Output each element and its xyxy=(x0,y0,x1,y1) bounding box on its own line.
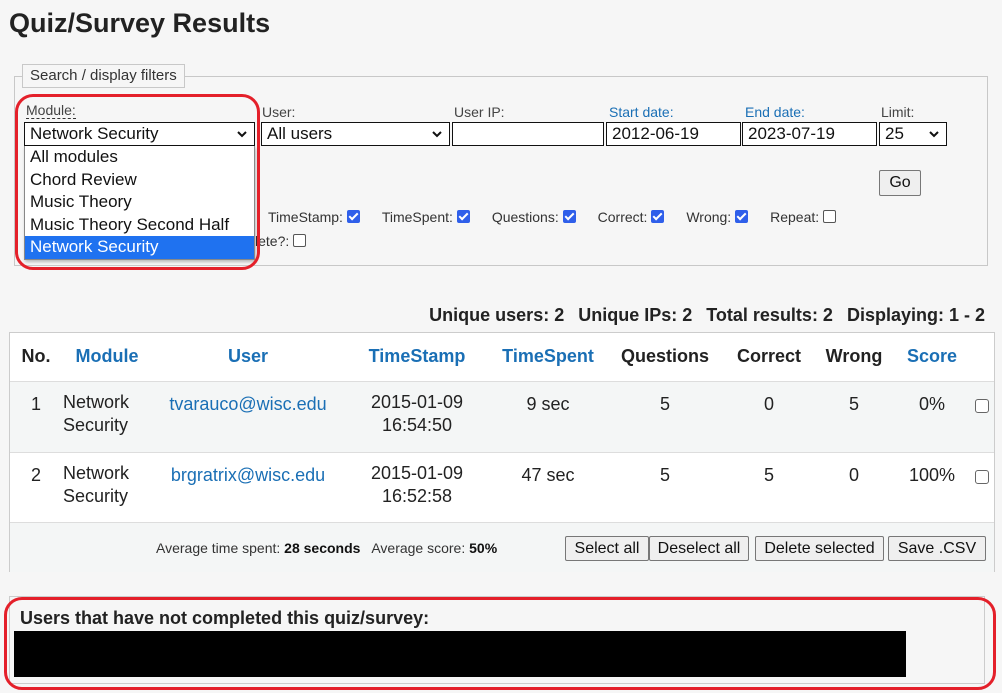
toggle-timestamp[interactable]: TimeStamp: xyxy=(268,209,360,225)
table-row: 2 Network Security brgratrix@wisc.edu 201… xyxy=(10,452,994,523)
start-date-label[interactable]: Start date: xyxy=(609,104,674,120)
module-option-music-theory[interactable]: Music Theory xyxy=(25,191,254,214)
user-select[interactable]: All users xyxy=(261,122,450,146)
cell-select xyxy=(970,452,994,523)
cell-timestamp: 2015-01-09 16:54:50 xyxy=(370,391,464,435)
toggle-delete-partial[interactable]: lete?: xyxy=(255,233,307,249)
avg-time-value: 28 seconds xyxy=(284,540,361,556)
cell-no: 1 xyxy=(30,393,41,414)
cell-no: 2 xyxy=(30,464,41,485)
delete-selected-button[interactable]: Delete selected xyxy=(755,536,884,561)
chevron-down-icon xyxy=(431,124,443,144)
checkbox-unchecked-icon[interactable] xyxy=(293,234,307,247)
go-button[interactable]: Go xyxy=(879,170,921,196)
cell-timestamp: 2015-01-09 16:52:58 xyxy=(370,462,464,506)
start-date-input[interactable]: 2012-06-19 xyxy=(606,122,741,146)
column-toggles: TimeStamp: TimeSpent: Questions: Correct… xyxy=(268,209,837,225)
checkbox-checked-icon[interactable] xyxy=(346,210,360,223)
col-timespent[interactable]: TimeSpent xyxy=(490,333,606,381)
user-ip-input[interactable] xyxy=(452,122,604,146)
col-user[interactable]: User xyxy=(152,333,344,381)
col-wrong: Wrong xyxy=(825,346,883,367)
limit-select-value: 25 xyxy=(885,124,904,143)
select-all-button[interactable]: Select all xyxy=(565,536,649,561)
table-row: 1 Network Security tvarauco@wisc.edu 2015… xyxy=(10,381,994,452)
user-label: User: xyxy=(262,104,296,120)
unique-users: Unique users: 2 xyxy=(429,305,565,325)
averages: Average time spent: 28 seconds Average s… xyxy=(156,540,498,556)
module-option-chord-review[interactable]: Chord Review xyxy=(25,169,254,192)
cell-questions: 5 xyxy=(659,464,670,485)
cell-correct: 5 xyxy=(763,464,774,485)
save-csv-button[interactable]: Save .CSV xyxy=(888,536,986,561)
toggle-timespent[interactable]: TimeSpent: xyxy=(382,209,470,225)
checkbox-checked-icon[interactable] xyxy=(562,210,576,223)
cell-score: 100% xyxy=(908,464,956,485)
col-module[interactable]: Module xyxy=(62,333,152,381)
checkbox-unchecked-icon[interactable] xyxy=(823,210,837,223)
module-select-value: Network Security xyxy=(30,124,159,143)
col-select xyxy=(970,333,994,381)
table-footer: Average time spent: 28 seconds Average s… xyxy=(10,522,994,572)
col-no: No. xyxy=(21,346,51,367)
col-timestamp[interactable]: TimeStamp xyxy=(344,333,490,381)
row-select-checkbox[interactable] xyxy=(975,469,989,484)
cell-wrong: 5 xyxy=(848,393,859,414)
cell-timespent: 47 sec xyxy=(521,464,575,485)
toggle-wrong[interactable]: Wrong: xyxy=(686,209,749,225)
cell-user-link[interactable]: brgratrix@wisc.edu xyxy=(152,452,344,523)
filters-legend: Search / display filters xyxy=(22,64,185,88)
checkbox-checked-icon[interactable] xyxy=(651,210,665,223)
module-option-network-security[interactable]: Network Security xyxy=(25,236,254,259)
table-header-row: No. Module User TimeStamp TimeSpent Ques… xyxy=(10,333,994,381)
not-completed-title: Users that have not completed this quiz/… xyxy=(20,608,430,628)
cell-wrong: 0 xyxy=(848,464,859,485)
total-results: Total results: 2 xyxy=(706,305,833,325)
col-correct: Correct xyxy=(736,346,802,367)
module-dropdown-list: All modules Chord Review Music Theory Mu… xyxy=(24,146,255,260)
cell-select xyxy=(970,381,994,452)
cell-module: Network Security xyxy=(63,391,130,435)
redacted-user-list xyxy=(14,631,906,677)
row-select-checkbox[interactable] xyxy=(975,398,989,413)
toggle-repeat[interactable]: Repeat: xyxy=(770,209,837,225)
checkbox-checked-icon[interactable] xyxy=(735,210,749,223)
limit-select[interactable]: 25 xyxy=(879,122,947,146)
deselect-all-button[interactable]: Deselect all xyxy=(649,536,749,561)
end-date-input[interactable]: 2023-07-19 xyxy=(742,122,877,146)
end-date-label[interactable]: End date: xyxy=(745,104,805,120)
chevron-down-icon xyxy=(928,124,940,144)
cell-module: Network Security xyxy=(63,462,130,506)
avg-score-value: 50% xyxy=(469,540,498,556)
page-title: Quiz/Survey Results xyxy=(9,8,271,38)
user-select-value: All users xyxy=(267,124,333,143)
limit-label: Limit: xyxy=(881,104,915,120)
cell-questions: 5 xyxy=(659,393,670,414)
col-questions: Questions xyxy=(620,346,709,367)
results-table: No. Module User TimeStamp TimeSpent Ques… xyxy=(10,333,994,523)
module-label: Module: xyxy=(26,102,76,119)
cell-user-link[interactable]: tvarauco@wisc.edu xyxy=(152,381,344,452)
toggle-questions[interactable]: Questions: xyxy=(492,209,576,225)
col-score[interactable]: Score xyxy=(894,333,970,381)
cell-timespent: 9 sec xyxy=(526,393,570,414)
unique-ips: Unique IPs: 2 xyxy=(578,305,693,325)
chevron-down-icon xyxy=(236,124,248,144)
toggle-correct[interactable]: Correct: xyxy=(598,209,665,225)
cell-correct: 0 xyxy=(763,393,774,414)
results-summary: Unique users: 2 Unique IPs: 2 Total result… xyxy=(429,305,985,326)
module-option-all[interactable]: All modules xyxy=(25,146,254,169)
results-table-container: No. Module User TimeStamp TimeSpent Ques… xyxy=(9,332,995,572)
module-select[interactable]: Network Security xyxy=(24,122,255,146)
displaying-range: Displaying: 1 - 2 xyxy=(846,305,985,325)
user-ip-label: User IP: xyxy=(454,104,505,120)
cell-score: 0% xyxy=(918,393,945,414)
checkbox-checked-icon[interactable] xyxy=(456,210,470,223)
module-option-music-theory-second-half[interactable]: Music Theory Second Half xyxy=(25,214,254,237)
